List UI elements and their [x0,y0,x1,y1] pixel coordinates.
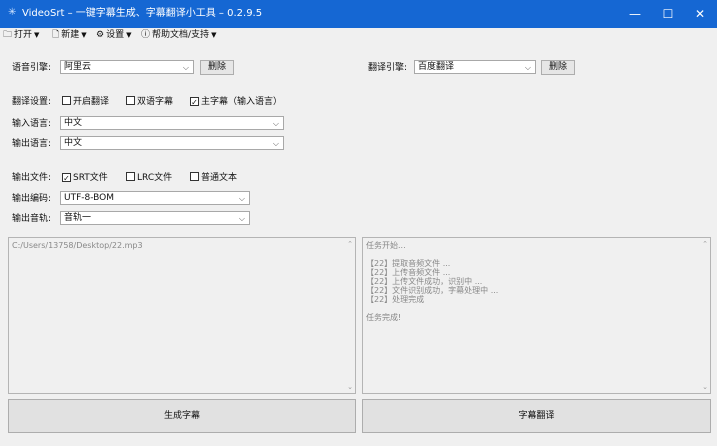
bilingual-checkbox[interactable]: 双语字幕 [126,96,173,108]
checkbox-box [62,96,71,105]
scroll-down-icon[interactable]: ⌄ [702,383,708,391]
checkbox-box [190,172,199,181]
output-track-value: 音轨一 [64,213,92,223]
lrc-file-label: LRC文件 [137,173,173,183]
speech-engine-label: 语音引擎: [12,63,52,73]
chevron-down-icon: ⌵ [238,194,245,203]
menu-new-label: 新建 [61,30,80,40]
srt-file-checkbox[interactable]: ✓ SRT文件 [62,172,108,184]
input-language-label: 输入语言: [12,119,52,129]
translate-engine-value: 百度翻译 [418,62,455,72]
log-panel[interactable]: 任务开始... 【22】提取音频文件 ... 【22】上传音频文件 ... 【2… [362,237,711,394]
output-language-value: 中文 [64,138,83,148]
window-title: VideoSrt – 一键字幕生成、字幕翻译小工具 – 0.2.9.5 [22,8,263,19]
output-encoding-select[interactable]: UTF-8-BOM ⌵ [60,191,250,205]
speech-engine-value: 阿里云 [64,62,92,72]
checkbox-box [126,96,135,105]
menu-new[interactable]: 🗋 新建 ▼ [52,28,87,42]
caret-down-icon: ▼ [211,31,217,39]
translate-engine-label: 翻译引擎: [368,63,408,73]
check-icon: ✓ [62,173,71,183]
app-icon: ✳ [8,7,17,18]
maximize-button[interactable]: ☐ [655,4,681,24]
main-subtitle-checkbox[interactable]: ✓ 主字幕（输入语言） [190,96,282,108]
speech-engine-select[interactable]: 阿里云 ⌵ [60,60,194,74]
input-language-value: 中文 [64,118,83,128]
translate-delete-button[interactable]: 删除 [541,60,575,75]
output-encoding-value: UTF-8-BOM [64,193,115,203]
output-language-label: 输出语言: [12,139,52,149]
speech-delete-button[interactable]: 删除 [200,60,234,75]
chevron-down-icon: ⌵ [238,214,245,223]
file-icon: 🗋 [52,30,60,40]
enable-translate-checkbox[interactable]: 开启翻译 [62,96,109,108]
checkbox-box [126,172,135,181]
close-button[interactable]: ✕ [687,4,713,24]
caret-down-icon: ▼ [34,31,40,39]
output-files-label: 输出文件: [12,173,52,183]
enable-translate-label: 开启翻译 [73,97,110,107]
file-path-text: C:/Users/13758/Desktop/22.mp3 [12,241,143,250]
scroll-down-icon[interactable]: ⌄ [347,383,353,391]
menu-settings[interactable]: ⚙ 设置 ▼ [96,28,131,42]
scroll-up-icon[interactable]: ⌃ [347,240,353,248]
menu-settings-label: 设置 [106,30,125,40]
generate-subtitles-button[interactable]: 生成字幕 [8,399,356,433]
menu-open-label: 打开 [14,30,33,40]
file-list-panel[interactable]: C:/Users/13758/Desktop/22.mp3 ⌃ ⌄ [8,237,356,394]
menu-help-label: 帮助文档/支持 [152,30,210,40]
output-language-select[interactable]: 中文 ⌵ [60,136,284,150]
plain-text-checkbox[interactable]: 普通文本 [190,172,237,184]
output-track-select[interactable]: 音轨一 ⌵ [60,211,250,225]
translate-settings-label: 翻译设置: [12,97,52,107]
plain-text-label: 普通文本 [201,173,238,183]
folder-icon: 🗀 [3,30,13,40]
menu-help[interactable]: ⓘ 帮助文档/支持 ▼ [141,28,216,42]
translate-engine-select[interactable]: 百度翻译 ⌵ [414,60,536,74]
bilingual-label: 双语字幕 [137,97,174,107]
menu-open[interactable]: 🗀 打开 ▼ [3,28,39,42]
caret-down-icon: ▼ [81,31,87,39]
output-track-label: 输出音轨: [12,214,52,224]
log-text: 任务开始... 【22】提取音频文件 ... 【22】上传音频文件 ... 【2… [366,241,499,322]
caret-down-icon: ▼ [126,31,132,39]
title-bar: ✳ VideoSrt – 一键字幕生成、字幕翻译小工具 – 0.2.9.5 — … [0,0,717,28]
srt-file-label: SRT文件 [73,173,108,183]
menu-bar: 🗀 打开 ▼ 🗋 新建 ▼ ⚙ 设置 ▼ ⓘ 帮助文档/支持 ▼ [0,28,717,42]
check-icon: ✓ [190,97,199,107]
lrc-file-checkbox[interactable]: LRC文件 [126,172,172,184]
chevron-down-icon: ⌵ [272,119,279,128]
main-subtitle-label: 主字幕（输入语言） [201,97,283,107]
input-language-select[interactable]: 中文 ⌵ [60,116,284,130]
translate-subtitles-button[interactable]: 字幕翻译 [362,399,711,433]
gear-icon: ⚙ [96,30,105,40]
scroll-up-icon[interactable]: ⌃ [702,240,708,248]
chevron-down-icon: ⌵ [182,63,189,72]
minimize-button[interactable]: — [622,4,648,24]
output-encoding-label: 输出编码: [12,194,52,204]
chevron-down-icon: ⌵ [272,139,279,148]
chevron-down-icon: ⌵ [524,63,531,72]
info-icon: ⓘ [141,30,151,40]
